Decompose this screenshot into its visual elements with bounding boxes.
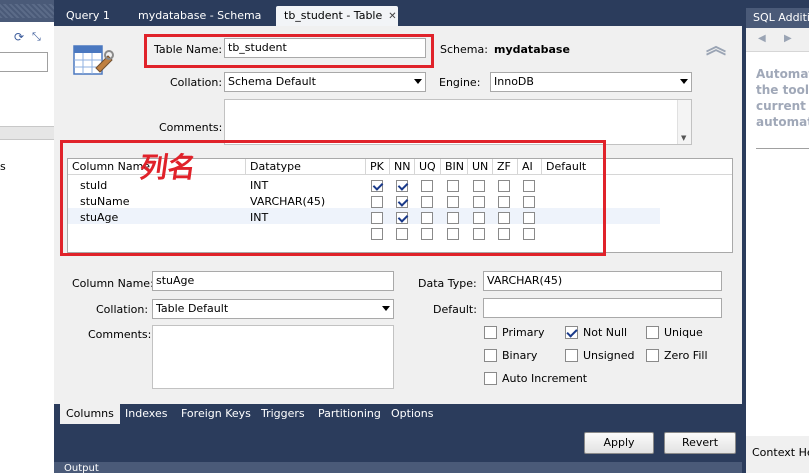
scroll-down-icon[interactable]: ▼ xyxy=(681,134,686,142)
zero-fill-label: Zero Fill xyxy=(664,349,708,362)
default-input[interactable] xyxy=(483,298,722,318)
collation-select[interactable]: Schema Default xyxy=(224,72,426,92)
refresh-icon[interactable]: ⟳ xyxy=(14,30,24,44)
expand-icon[interactable]: ⤡ xyxy=(32,30,41,44)
unique-label: Unique xyxy=(664,326,703,339)
action-bar: Apply Revert xyxy=(54,424,742,462)
schema-value: mydatabase xyxy=(494,43,570,56)
editor-subtab-bar: Columns Indexes Foreign Keys Triggers Pa… xyxy=(54,404,742,424)
subtab-indexes[interactable]: Indexes xyxy=(119,404,173,424)
tab-label: Query 1 xyxy=(66,9,110,22)
tab-label: mydatabase - Schema xyxy=(138,9,262,22)
scrollbar[interactable]: ▼ xyxy=(677,100,691,144)
table-name-input[interactable]: tb_student xyxy=(224,38,426,58)
subtab-columns[interactable]: Columns xyxy=(60,404,120,424)
table-icon xyxy=(72,40,114,80)
editor-tab-bar: Query 1 mydatabase - Schema tb_student -… xyxy=(54,0,742,26)
engine-label: Engine: xyxy=(439,76,481,89)
unique-checkbox[interactable] xyxy=(646,326,659,339)
unsigned-label: Unsigned xyxy=(583,349,635,362)
tab-label: tb_student - Table xyxy=(284,9,383,22)
sql-additions-body: ◀ ▶ Automatic the toolb current automati… xyxy=(746,28,809,473)
divider xyxy=(756,148,809,149)
apply-button[interactable]: Apply xyxy=(584,432,654,454)
navigator-item-text: s xyxy=(0,160,6,173)
auto-increment-checkbox[interactable] xyxy=(484,372,497,385)
collation-value: Schema Default xyxy=(228,75,316,88)
default-label: Default: xyxy=(433,303,477,316)
chevron-down-icon xyxy=(680,79,688,84)
output-panel-header[interactable]: Output xyxy=(54,462,742,473)
navigator-toolbar: ⟳ ⤡ xyxy=(0,26,54,48)
tab-table[interactable]: tb_student - Table ✕ xyxy=(276,6,398,26)
zero-fill-checkbox[interactable] xyxy=(646,349,659,362)
binary-label: Binary xyxy=(502,349,538,362)
sql-additions-panel: SQL Additions ◀ ▶ Automatic the toolb cu… xyxy=(742,0,809,473)
column-comments-label: Comments: xyxy=(88,328,152,341)
table-editor: Table Name: tb_student Schema: mydatabas… xyxy=(54,26,742,404)
data-type-label: Data Type: xyxy=(418,277,477,290)
column-collation-value: Table Default xyxy=(156,302,229,315)
binary-checkbox[interactable] xyxy=(484,349,497,362)
collapse-icon[interactable]: ︽ xyxy=(706,36,726,56)
back-icon[interactable]: ◀ xyxy=(758,33,766,44)
help-line: current xyxy=(756,99,806,113)
chevron-down-icon xyxy=(414,79,422,84)
revert-button[interactable]: Revert xyxy=(664,432,736,454)
tab-schema[interactable]: mydatabase - Schema xyxy=(130,6,269,26)
help-line: automatic xyxy=(756,115,809,129)
column-name-label: Column Name: xyxy=(72,277,154,290)
column-collation-select[interactable]: Table Default xyxy=(152,299,394,319)
sql-additions-title: SQL Additions xyxy=(746,8,809,28)
column-name-input[interactable]: stuAge xyxy=(152,271,394,291)
tab-query-1[interactable]: Query 1 xyxy=(58,6,118,26)
primary-label: Primary xyxy=(502,326,545,339)
forward-icon[interactable]: ▶ xyxy=(784,33,792,44)
navigator-panel: ⟳ ⤡ s xyxy=(0,0,54,473)
subtab-partitioning[interactable]: Partitioning xyxy=(312,404,387,424)
not-null-checkbox[interactable] xyxy=(565,326,578,339)
chevron-down-icon xyxy=(382,306,390,311)
navigator-header xyxy=(0,0,54,22)
sql-additions-nav: ◀ ▶ xyxy=(746,28,809,52)
help-line: Automatic xyxy=(756,67,809,81)
help-line: the toolb xyxy=(756,83,809,97)
engine-value: InnoDB xyxy=(494,75,534,88)
column-collation-label: Collation: xyxy=(96,303,149,316)
context-help-tab[interactable]: Context Help xyxy=(746,436,809,473)
close-icon[interactable]: ✕ xyxy=(388,7,396,27)
column-comments-textarea[interactable] xyxy=(152,325,394,389)
table-comments-textarea[interactable]: ▼ xyxy=(224,99,692,145)
handwritten-annotation: 列名 xyxy=(137,151,199,184)
navigator-scrollbar[interactable] xyxy=(0,126,54,140)
not-null-label: Not Null xyxy=(583,326,628,339)
sql-additions-help-text: Automatic the toolb current automatic xyxy=(756,66,809,130)
primary-checkbox[interactable] xyxy=(484,326,497,339)
data-type-input[interactable]: VARCHAR(45) xyxy=(483,271,722,291)
unsigned-checkbox[interactable] xyxy=(565,349,578,362)
engine-select[interactable]: InnoDB xyxy=(490,72,692,92)
navigator-filter-input[interactable] xyxy=(0,52,48,72)
table-name-label: Table Name: xyxy=(154,43,223,56)
auto-increment-label: Auto Increment xyxy=(502,372,588,385)
schema-label: Schema: xyxy=(440,43,488,56)
subtab-triggers[interactable]: Triggers xyxy=(255,404,311,424)
comments-label: Comments: xyxy=(159,121,223,134)
collation-label: Collation: xyxy=(170,76,223,89)
subtab-foreign-keys[interactable]: Foreign Keys xyxy=(175,404,257,424)
subtab-options[interactable]: Options xyxy=(385,404,439,424)
